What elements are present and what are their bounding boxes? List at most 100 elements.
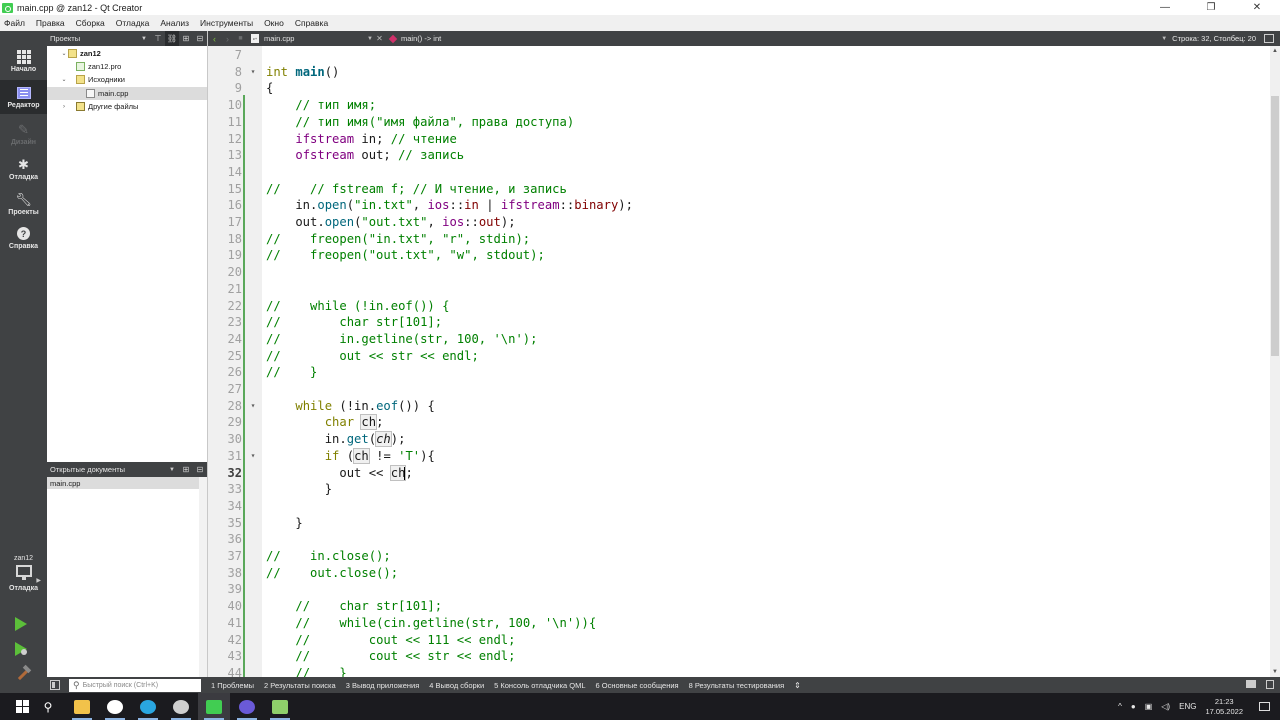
minimize-button[interactable]: —: [1142, 0, 1188, 15]
scrollbar-thumb[interactable]: [1271, 96, 1279, 356]
code-line[interactable]: 20: [208, 264, 1270, 281]
network-icon[interactable]: ▣: [1145, 702, 1153, 711]
taskbar-app-button[interactable]: [99, 693, 131, 720]
scroll-down-icon[interactable]: ▼: [1270, 669, 1280, 675]
microphone-icon[interactable]: ●: [1131, 702, 1136, 711]
mode-editor[interactable]: Редактор: [0, 80, 47, 114]
code-line[interactable]: 34: [208, 498, 1270, 515]
taskbar-app-button[interactable]: [231, 693, 263, 720]
dropdown-arrow-icon[interactable]: ▼: [165, 462, 179, 477]
code-line[interactable]: 14: [208, 164, 1270, 181]
close-panel-icon[interactable]: ⊟: [193, 462, 207, 477]
taskbar-app-button[interactable]: [132, 693, 164, 720]
code-line[interactable]: 26 // }: [208, 364, 1270, 381]
toggle-sidebar-icon[interactable]: [50, 680, 60, 690]
code-line[interactable]: 38 // out.close();: [208, 565, 1270, 582]
code-line[interactable]: 30 in.get(ch);: [208, 431, 1270, 448]
projects-view-select[interactable]: Проекты: [50, 34, 137, 43]
menu-analyze[interactable]: Анализ: [160, 18, 189, 28]
progress-details-icon[interactable]: [1246, 680, 1256, 688]
search-button[interactable]: ⚲: [32, 693, 64, 720]
pane-application-output[interactable]: 3 Вывод приложения: [346, 681, 420, 690]
notifications-icon[interactable]: [1259, 702, 1270, 711]
menu-build[interactable]: Сборка: [76, 18, 105, 28]
link-sync-icon[interactable]: ⛓: [165, 31, 179, 46]
toggle-output-pane-icon[interactable]: [1266, 680, 1274, 689]
clock[interactable]: 21:23 17.05.2022: [1205, 697, 1243, 717]
tree-item-pro-file[interactable]: zan12.pro: [47, 60, 207, 73]
code-line[interactable]: 15 // // fstream f; // И чтение, и запись: [208, 181, 1270, 198]
tree-item-project[interactable]: ⌄ zan12: [47, 47, 207, 60]
mode-design[interactable]: ✎ Дизайн: [0, 117, 47, 151]
taskbar-app-button[interactable]: [66, 693, 98, 720]
cursor-position-selector[interactable]: ▼ Строка: 32, Столбец: 20: [1161, 34, 1256, 43]
code-line[interactable]: 32 out << ch;: [208, 464, 1270, 482]
fold-marker-icon[interactable]: ▾: [248, 448, 258, 465]
split-editor-icon[interactable]: [1264, 34, 1274, 43]
code-line[interactable]: 40 // char str[101];: [208, 598, 1270, 615]
code-line[interactable]: 35 }: [208, 515, 1270, 532]
code-line[interactable]: 29 char ch;: [208, 414, 1270, 431]
volume-icon[interactable]: ◁): [1161, 702, 1170, 711]
debug-run-button[interactable]: [15, 642, 31, 658]
show-hidden-icons-icon[interactable]: ^: [1118, 702, 1122, 711]
collapsed-arrow-icon[interactable]: ›: [60, 104, 68, 110]
menu-file[interactable]: Файл: [4, 18, 25, 28]
code-line[interactable]: 12 ifstream in; // чтение: [208, 131, 1270, 148]
build-button[interactable]: [15, 664, 32, 682]
run-button[interactable]: [15, 617, 31, 633]
code-line[interactable]: 31 ▾ if (ch != 'T'){: [208, 447, 1270, 465]
close-button[interactable]: ✕: [1234, 0, 1280, 15]
taskbar-app-button[interactable]: [198, 693, 230, 720]
taskbar-app-button[interactable]: [264, 693, 296, 720]
menu-window[interactable]: Окно: [264, 18, 284, 28]
code-line[interactable]: 33 }: [208, 481, 1270, 498]
code-line[interactable]: 41 // while(cin.getline(str, 100, '\n'))…: [208, 615, 1270, 632]
pane-problems[interactable]: 1 Проблемы: [211, 681, 254, 690]
code-line[interactable]: 11 // тип имя("имя файла", права доступа…: [208, 114, 1270, 131]
kit-selector[interactable]: zan12 ▶ Отладка: [0, 555, 47, 592]
code-line[interactable]: 21: [208, 281, 1270, 298]
code-line[interactable]: 25 // out << str << endl;: [208, 348, 1270, 365]
menu-tools[interactable]: Инструменты: [200, 18, 253, 28]
code-line[interactable]: 9{: [208, 80, 1270, 97]
dropdown-arrow-icon[interactable]: ▼: [137, 31, 151, 46]
menu-debug[interactable]: Отладка: [116, 18, 150, 28]
code-line[interactable]: 43 // cout << str << endl;: [208, 648, 1270, 665]
pane-test-results[interactable]: 8 Результаты тестирования: [689, 681, 785, 690]
symbol-selector[interactable]: main() -> int: [388, 34, 1161, 43]
tree-item-sources[interactable]: ⌄ Исходники: [47, 73, 207, 86]
code-line[interactable]: 37 // in.close();: [208, 548, 1270, 565]
editor-vertical-scrollbar[interactable]: ▲ ▼: [1270, 46, 1280, 677]
document-selector[interactable]: c+ main.cpp ▼: [247, 31, 373, 46]
code-line[interactable]: 13 ofstream out; // запись: [208, 147, 1270, 164]
filter-icon[interactable]: ⊤: [151, 31, 165, 46]
code-line[interactable]: 22 // while (!in.eof()) {: [208, 298, 1270, 315]
go-forward-icon[interactable]: ›: [221, 31, 234, 46]
close-document-icon[interactable]: ✕: [373, 34, 386, 43]
code-line[interactable]: 19 // freopen("out.txt", "w", stdout);: [208, 247, 1270, 264]
code-editor[interactable]: 7 8 ▾ int main() 9{10 // тип имя; 11 // тип и…: [208, 46, 1270, 677]
code-line[interactable]: 42 // cout << 111 << endl;: [208, 632, 1270, 649]
pane-search-results[interactable]: 2 Результаты поиска: [264, 681, 336, 690]
mode-debug[interactable]: ✱ Отладка: [0, 152, 47, 186]
code-line[interactable]: 16 in.open("in.txt", ios::in | ifstream:…: [208, 197, 1270, 214]
tree-item-main-cpp[interactable]: main.cpp: [47, 87, 207, 100]
code-line[interactable]: 7: [208, 47, 1270, 64]
pane-compile-output[interactable]: 4 Вывод сборки: [429, 681, 484, 690]
code-line[interactable]: 24 // in.getline(str, 100, '\n');: [208, 331, 1270, 348]
code-line[interactable]: 8 ▾ int main(): [208, 64, 1270, 81]
expanded-arrow-icon[interactable]: ⌄: [60, 50, 68, 57]
open-documents-view-select[interactable]: Открытые документы: [50, 465, 165, 474]
code-line[interactable]: 17 out.open("out.txt", ios::out);: [208, 214, 1270, 231]
mode-welcome[interactable]: Начало: [0, 44, 47, 78]
pane-qml-debugger-console[interactable]: 5 Консоль отладчика QML: [494, 681, 585, 690]
open-document-item[interactable]: main.cpp: [47, 477, 199, 489]
fold-marker-icon[interactable]: ▾: [248, 398, 258, 415]
maximize-button[interactable]: ❐: [1188, 0, 1234, 15]
expanded-arrow-icon[interactable]: ⌄: [60, 76, 68, 83]
code-line[interactable]: 27: [208, 381, 1270, 398]
open-documents-scrollbar[interactable]: [199, 477, 207, 677]
more-panes-icon[interactable]: ⇕: [794, 681, 801, 690]
menu-help[interactable]: Справка: [295, 18, 328, 28]
